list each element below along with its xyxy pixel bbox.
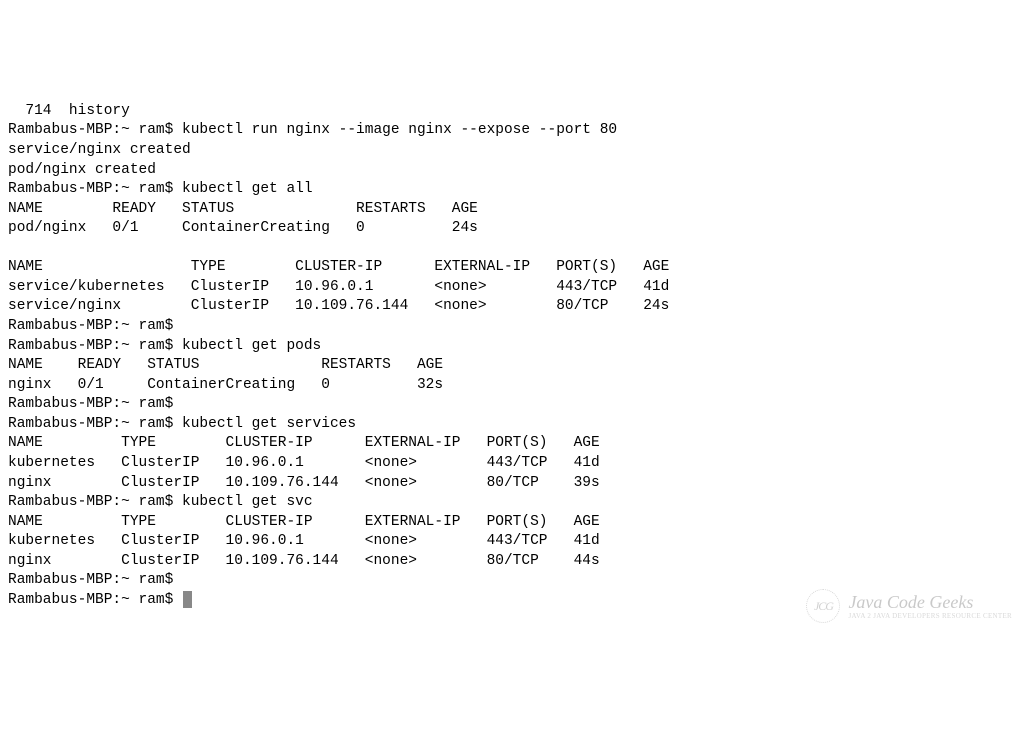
watermark-subtitle: JAVA 2 JAVA DEVELOPERS RESOURCE CENTER [848,613,1012,620]
command-get-svc: kubectl get svc [182,494,313,510]
cursor [183,591,192,608]
watermark-text: Java Code Geeks JAVA 2 JAVA DEVELOPERS R… [848,593,1012,620]
table-header: NAME TYPE CLUSTER-IP EXTERNAL-IP PORT(S)… [8,435,600,451]
prompt: Rambabus-MBP:~ ram$ [8,122,182,138]
table-header: NAME READY STATUS RESTARTS AGE [8,201,478,217]
table-row: service/nginx ClusterIP 10.109.76.144 <n… [8,298,669,314]
table-row: nginx ClusterIP 10.109.76.144 <none> 80/… [8,553,600,569]
prompt: Rambabus-MBP:~ ram$ [8,416,182,432]
prompt: Rambabus-MBP:~ ram$ [8,181,182,197]
output-line: pod/nginx created [8,162,156,178]
table-row: nginx ClusterIP 10.109.76.144 <none> 80/… [8,475,600,491]
prompt: Rambabus-MBP:~ ram$ [8,572,182,588]
table-row: kubernetes ClusterIP 10.96.0.1 <none> 44… [8,455,600,471]
output-line: service/nginx created [8,142,191,158]
command-get-services: kubectl get services [182,416,356,432]
terminal-output[interactable]: 714 history Rambabus-MBP:~ ram$ kubectl … [8,82,1016,610]
table-header: NAME TYPE CLUSTER-IP EXTERNAL-IP PORT(S)… [8,259,669,275]
command-run: kubectl run nginx --image nginx --expose… [182,122,617,138]
prompt: Rambabus-MBP:~ ram$ [8,396,182,412]
command-get-pods: kubectl get pods [182,338,321,354]
prompt: Rambabus-MBP:~ ram$ [8,494,182,510]
table-row: service/kubernetes ClusterIP 10.96.0.1 <… [8,279,669,295]
table-row: pod/nginx 0/1 ContainerCreating 0 24s [8,220,478,236]
watermark-title: Java Code Geeks [848,593,1012,611]
table-row: kubernetes ClusterIP 10.96.0.1 <none> 44… [8,533,600,549]
history-line: 714 history [8,103,130,119]
prompt: Rambabus-MBP:~ ram$ [8,318,182,334]
table-header: NAME READY STATUS RESTARTS AGE [8,357,443,373]
watermark: JCG Java Code Geeks JAVA 2 JAVA DEVELOPE… [806,589,1012,623]
command-get-all: kubectl get all [182,181,313,197]
table-header: NAME TYPE CLUSTER-IP EXTERNAL-IP PORT(S)… [8,514,600,530]
prompt: Rambabus-MBP:~ ram$ [8,592,182,608]
prompt: Rambabus-MBP:~ ram$ [8,338,182,354]
table-row: nginx 0/1 ContainerCreating 0 32s [8,377,443,393]
watermark-logo-icon: JCG [806,589,840,623]
